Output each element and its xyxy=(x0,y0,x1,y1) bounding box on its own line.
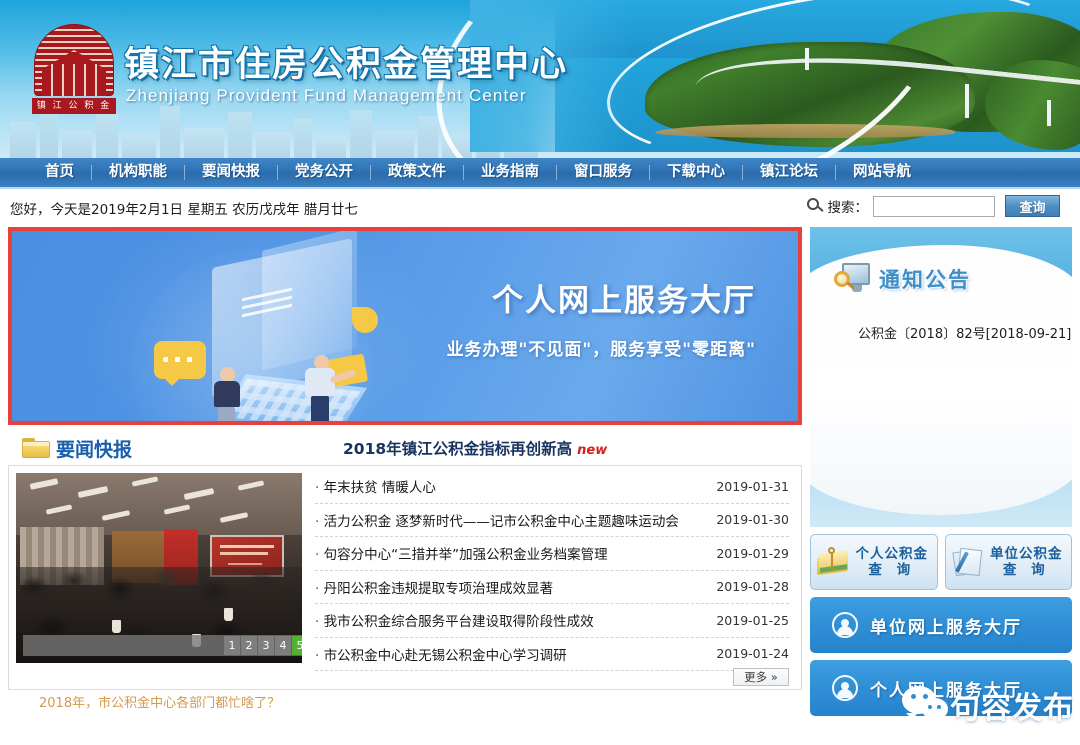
site-header: 镇 江 公 积 金 镇江市住房公积金管理中心 Zhenjiang Provide… xyxy=(0,0,1080,158)
news-list-item[interactable]: 活力公积金 逐梦新时代——记市公积金中心主题趣味运动会 2019-01-30 xyxy=(315,504,789,537)
main-navigation: 首页 机构职能 要闻快报 党务公开 政策文件 业务指南 窗口服务 下载中心 镇江… xyxy=(0,158,1080,189)
query-label-line1: 个人公积金 xyxy=(855,546,928,562)
notice-panel: 通知公告 公积金〔2018〕82号[2018-09-21] xyxy=(810,227,1072,527)
query-label-line2: 查 询 xyxy=(868,562,916,578)
notice-panel-header: 通知公告 xyxy=(834,263,971,295)
promo-subtitle: 业务办理"不见面"，服务享受"零距离" xyxy=(446,340,756,360)
pager-dot-2[interactable]: 2 xyxy=(241,636,257,655)
news-section-header: 要闻快报 2018年镇江公积金指标再创新高 new xyxy=(8,431,802,465)
nav-item-policy[interactable]: 政策文件 xyxy=(371,157,463,188)
news-photo-caption[interactable]: 2018年，市公积金中心各部门都忙啥了？ xyxy=(39,692,309,711)
notice-list-item[interactable]: 公积金〔2018〕82号[2018-09-21] xyxy=(858,323,1071,342)
notice-panel-title: 通知公告 xyxy=(879,268,971,292)
news-list-item[interactable]: 我市公积金综合服务平台建设取得阶段性成效 2019-01-25 xyxy=(315,604,789,638)
user-icon xyxy=(832,675,858,701)
news-featured-photo[interactable]: 1 2 3 4 5 xyxy=(16,473,302,663)
site-title-zh: 镇江市住房公积金管理中心 xyxy=(124,45,569,85)
greeting-bar: 您好，今天是2019年2月1日 星期五 农历戊戌年 腊月廿七 搜索： 查询 xyxy=(0,189,1080,227)
news-headline-text: 2018年镇江公积金指标再创新高 xyxy=(343,440,573,458)
nav-item-forum[interactable]: 镇江论坛 xyxy=(743,157,835,188)
news-item-date: 2019-01-31 xyxy=(716,478,789,494)
news-list-item[interactable]: 年末扶贫 情暖人心 2019-01-31 xyxy=(315,470,789,504)
promo-badge-shape xyxy=(352,307,378,333)
nav-item-home[interactable]: 首页 xyxy=(28,157,91,188)
photo-pylon xyxy=(1047,100,1051,126)
folder-icon xyxy=(22,438,50,458)
personal-online-hall-button[interactable]: 个人网上服务大厅 xyxy=(810,660,1072,716)
news-item-date: 2019-01-24 xyxy=(716,646,789,662)
news-item-date: 2019-01-25 xyxy=(716,612,789,628)
hall-button-label: 个人网上服务大厅 xyxy=(870,680,1022,701)
promo-person-right xyxy=(300,355,357,421)
pager-dot-3[interactable]: 3 xyxy=(258,636,274,655)
pager-dot-5[interactable]: 5 xyxy=(292,636,302,655)
news-item-date: 2019-01-29 xyxy=(716,545,789,561)
news-new-badge: new xyxy=(577,443,608,458)
search-icon xyxy=(806,197,824,215)
pager-dot-1[interactable]: 1 xyxy=(224,636,240,655)
news-list: 年末扶贫 情暖人心 2019-01-31 活力公积金 逐梦新时代——记市公积金中… xyxy=(309,466,801,689)
promo-title: 个人网上服务大厅 xyxy=(492,283,756,319)
news-section-title: 要闻快报 xyxy=(56,439,133,461)
document-pen-icon xyxy=(951,547,986,577)
logo-caption: 镇 江 公 积 金 xyxy=(32,98,116,114)
pager-dot-4[interactable]: 4 xyxy=(275,636,291,655)
photo-pylon xyxy=(805,48,809,70)
promo-person-left xyxy=(208,367,248,421)
page-root: 镇 江 公 积 金 镇江市住房公积金管理中心 Zhenjiang Provide… xyxy=(0,0,1080,745)
hall-button-label: 单位网上服务大厅 xyxy=(870,617,1022,638)
passbook-key-icon xyxy=(817,547,851,577)
news-item-title: 我市公积金综合服务平台建设取得阶段性成效 xyxy=(315,610,594,630)
news-list-item[interactable]: 丹阳公积金违规提取专项治理成效显著 2019-01-28 xyxy=(315,571,789,604)
nav-item-downloads[interactable]: 下载中心 xyxy=(650,157,742,188)
user-icon xyxy=(832,612,858,638)
company-online-hall-button[interactable]: 单位网上服务大厅 xyxy=(810,597,1072,653)
photo-pylon xyxy=(965,84,969,118)
company-fund-query-button[interactable]: 单位公积金 查 询 xyxy=(944,534,1072,590)
nav-item-functions[interactable]: 机构职能 xyxy=(92,157,184,188)
news-item-title: 年末扶贫 情暖人心 xyxy=(315,476,436,496)
site-logo[interactable]: 镇 江 公 积 金 xyxy=(30,24,118,116)
left-column: 个人网上服务大厅 业务办理"不见面"，服务享受"零距离" 要闻快报 2018年镇… xyxy=(0,227,810,716)
news-item-title: 句容分中心“三措并举”加强公积金业务档案管理 xyxy=(315,543,608,563)
nav-item-counter[interactable]: 窗口服务 xyxy=(557,157,649,188)
search-area: 搜索： 查询 xyxy=(806,195,1060,217)
query-button-label: 单位公积金 查 询 xyxy=(986,546,1072,578)
site-title-en: Zhenjiang Provident Fund Management Cent… xyxy=(126,86,527,105)
search-input[interactable] xyxy=(873,195,995,217)
nav-item-guide[interactable]: 业务指南 xyxy=(464,157,556,188)
news-item-title: 丹阳公积金违规提取专项治理成效显著 xyxy=(315,577,554,597)
logo-columns xyxy=(42,64,106,96)
news-list-item[interactable]: 市公积金中心赴无锡公积金中心学习调研 2019-01-24 xyxy=(315,638,789,671)
promo-chat-bubble-icon xyxy=(154,341,206,386)
promo-banner[interactable]: 个人网上服务大厅 业务办理"不见面"，服务享受"零距离" xyxy=(8,227,802,425)
news-section-body: 1 2 3 4 5 2018年，市公积金中心各部门都忙啥了？ 年末扶贫 情暖人心… xyxy=(8,465,802,711)
right-sidebar: 通知公告 公积金〔2018〕82号[2018-09-21] 个人公积金 查 询 xyxy=(810,227,1080,716)
news-list-item[interactable]: 句容分中心“三措并举”加强公积金业务档案管理 2019-01-29 xyxy=(315,537,789,571)
greeting-text: 您好，今天是2019年2月1日 星期五 农历戊戌年 腊月廿七 xyxy=(10,202,358,218)
news-more-button[interactable]: 更多 » xyxy=(733,668,789,686)
nav-item-news[interactable]: 要闻快报 xyxy=(185,157,277,188)
news-headline-link[interactable]: 2018年镇江公积金指标再创新高 new xyxy=(343,437,607,459)
news-item-title: 市公积金中心赴无锡公积金中心学习调研 xyxy=(315,644,567,664)
query-button-label: 个人公积金 查 询 xyxy=(851,546,937,578)
query-label-line2: 查 询 xyxy=(1002,562,1050,578)
news-item-date: 2019-01-28 xyxy=(716,579,789,595)
header-aerial-photo xyxy=(555,0,1080,152)
monitor-search-icon xyxy=(834,263,872,295)
news-item-date: 2019-01-30 xyxy=(716,512,789,528)
main-content: 个人网上服务大厅 业务办理"不见面"，服务享受"零距离" 要闻快报 2018年镇… xyxy=(0,227,1080,716)
search-label: 搜索： xyxy=(827,200,869,216)
promo-background xyxy=(12,231,798,421)
photo-pager: 1 2 3 4 5 xyxy=(23,635,302,656)
news-photo-column: 1 2 3 4 5 2018年，市公积金中心各部门都忙啥了？ xyxy=(9,466,309,711)
search-submit-button[interactable]: 查询 xyxy=(1005,195,1060,217)
query-label-line1: 单位公积金 xyxy=(990,546,1063,562)
personal-fund-query-button[interactable]: 个人公积金 查 询 xyxy=(810,534,938,590)
news-item-title: 活力公积金 逐梦新时代——记市公积金中心主题趣味运动会 xyxy=(315,510,679,530)
nav-item-sitemap[interactable]: 网站导航 xyxy=(836,157,928,188)
query-button-row: 个人公积金 查 询 单位公积金 查 询 xyxy=(810,534,1072,590)
nav-item-party[interactable]: 党务公开 xyxy=(278,157,370,188)
